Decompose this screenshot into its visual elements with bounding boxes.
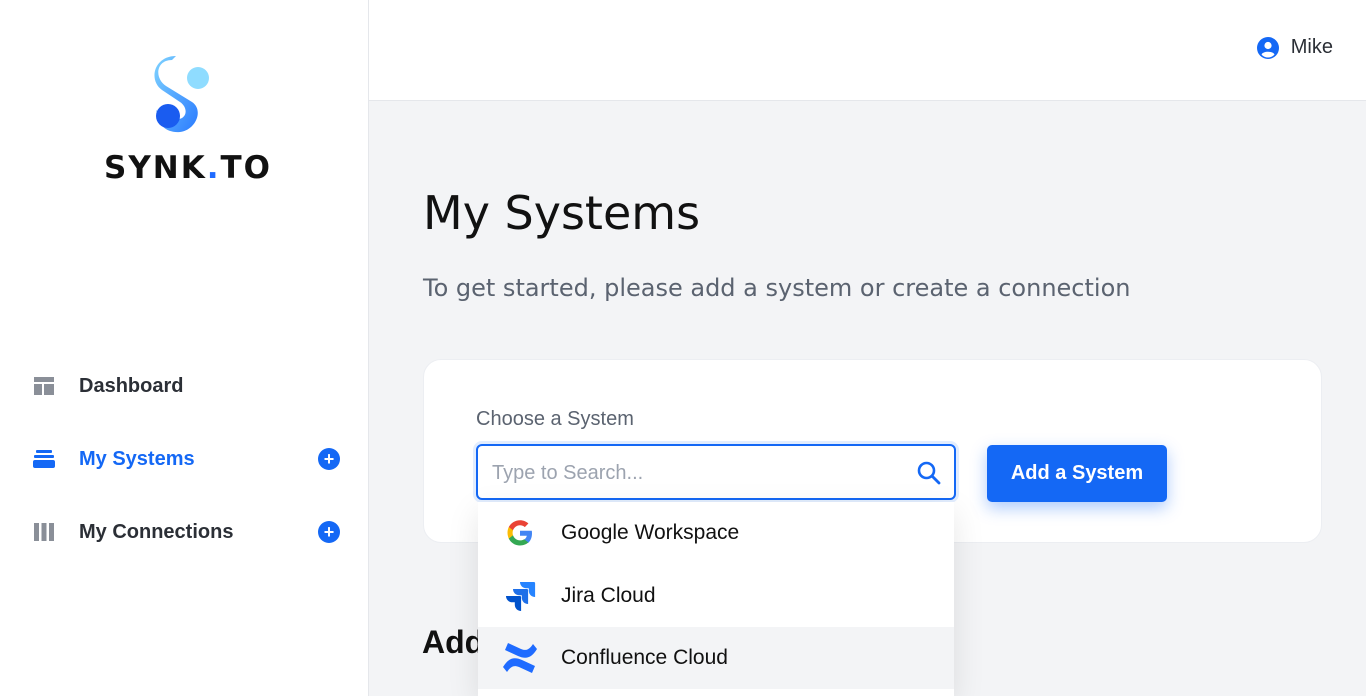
sidebar-item-dashboard[interactable]: Dashboard <box>32 366 342 406</box>
synkto-logo[interactable]: SYNK.TO <box>104 54 273 194</box>
system-search-box[interactable] <box>476 444 956 500</box>
add-system-button[interactable]: Add a System <box>987 445 1167 502</box>
user-name: Mike <box>1290 36 1333 58</box>
dropdown-item-label: Google Workspace <box>561 521 740 544</box>
synkto-wordmark: SYNK.TO <box>104 150 273 186</box>
search-icon[interactable] <box>916 460 942 486</box>
user-avatar-icon <box>1256 36 1279 59</box>
sidebar: SYNK.TO Dashboard My Systems + My Connec… <box>0 0 369 696</box>
choose-system-label: Choose a System <box>476 408 634 430</box>
google-icon <box>500 513 540 553</box>
dashboard-icon <box>32 374 56 398</box>
sidebar-item-my-systems[interactable]: My Systems + <box>32 439 342 479</box>
dropdown-item-jira-cloud[interactable]: Jira Cloud <box>478 565 954 627</box>
synkto-logo-mark-icon <box>154 56 209 133</box>
sidebar-item-my-connections[interactable]: My Connections + <box>32 512 342 552</box>
system-dropdown: Google Workspace Jira Cloud Confluence C… <box>478 502 954 696</box>
connections-columns-icon <box>32 520 56 544</box>
systems-stack-icon <box>32 447 56 471</box>
user-menu[interactable]: Mike <box>1256 36 1333 59</box>
dropdown-item-google-workspace[interactable]: Google Workspace <box>478 502 954 564</box>
system-search-input[interactable] <box>492 458 912 488</box>
top-bar: Mike <box>369 0 1366 101</box>
dropdown-item-label: Jira Cloud <box>561 584 656 607</box>
dropdown-item-label: Confluence Cloud <box>561 646 728 669</box>
add-system-plus-icon[interactable]: + <box>318 448 340 470</box>
page-subtitle: To get started, please add a system or c… <box>423 274 1131 302</box>
confluence-icon <box>500 638 540 678</box>
dropdown-item-confluence-cloud[interactable]: Confluence Cloud <box>478 627 954 689</box>
jira-icon <box>500 576 540 616</box>
page-title: My Systems <box>423 186 701 240</box>
add-connection-plus-icon[interactable]: + <box>318 521 340 543</box>
section-heading: Add <box>422 624 485 660</box>
sidebar-item-label: Dashboard <box>79 374 184 397</box>
sidebar-item-label: My Systems <box>79 447 195 470</box>
sidebar-item-label: My Connections <box>79 520 234 543</box>
